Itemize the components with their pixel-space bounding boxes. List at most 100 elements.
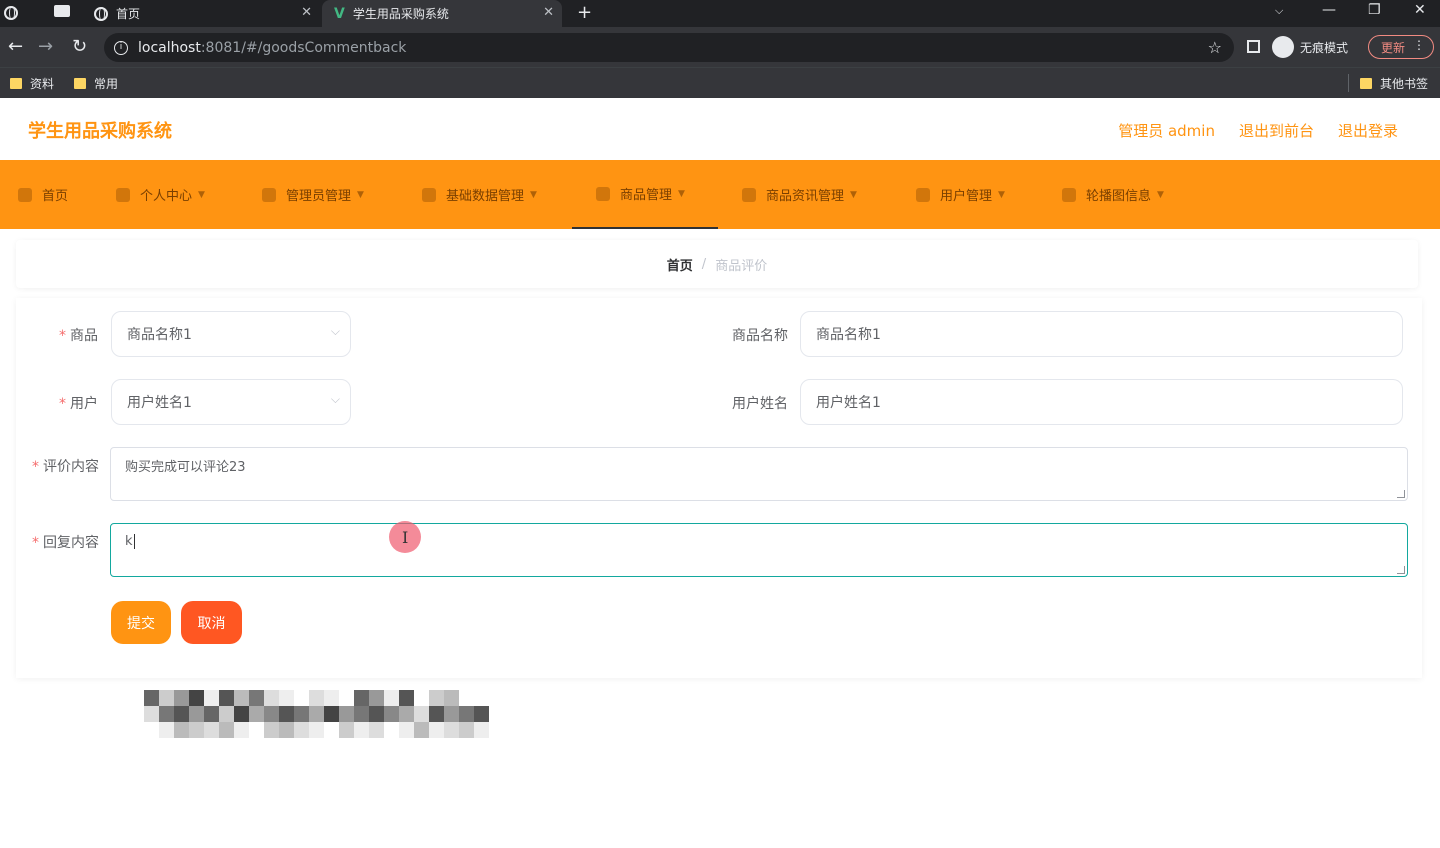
tab-title: 学生用品采购系统 <box>352 7 449 21</box>
tab-search-icon[interactable] <box>54 5 70 17</box>
data-icon <box>422 187 436 202</box>
url-path: :8081/#/goodsCommentback <box>200 39 407 56</box>
comment-label: * 评价内容 <box>32 459 99 475</box>
goods-name-input[interactable]: 商品名称1 <box>800 311 1403 357</box>
nav-item-carousel[interactable]: 轮播图信息 ▼ <box>1062 160 1164 229</box>
bookmark-label: 常用 <box>94 77 119 91</box>
required-mark: * <box>59 396 66 412</box>
chevron-down-icon: ▼ <box>998 189 1005 200</box>
breadcrumb-home[interactable]: 首页 <box>667 255 693 274</box>
incognito-indicator[interactable]: 无痕模式 <box>1272 34 1348 60</box>
folder-icon <box>10 78 22 89</box>
nav-item-label: 首页 <box>42 189 69 204</box>
submit-button[interactable]: 提交 <box>111 601 171 644</box>
admin-label: 管理员 admin <box>1118 122 1215 140</box>
nav-item-label: 轮播图信息 <box>1086 189 1152 204</box>
reply-label: * 回复内容 <box>32 535 99 551</box>
chevron-down-icon: ▼ <box>1157 189 1164 200</box>
more-icon[interactable]: ⋮ <box>1413 38 1425 52</box>
update-button[interactable]: 更新 ⋮ <box>1368 35 1434 59</box>
resize-handle-icon[interactable] <box>1397 566 1405 574</box>
main-nav: 首页 个人中心 ▼ 管理员管理 ▼ 基础数据管理 ▼ 商品管理 ▼ 商品资讯管理… <box>0 160 1440 229</box>
nav-item-home[interactable]: 首页 <box>18 160 68 229</box>
tab-search-chevron-icon[interactable]: ⌵ <box>1275 4 1283 18</box>
nav-item-users[interactable]: 用户管理 ▼ <box>916 160 1005 229</box>
url-field[interactable]: i localhost:8081/#/goodsCommentback ☆ <box>104 33 1234 62</box>
goods-label: * 商品 <box>59 328 98 344</box>
url-host: localhost <box>138 39 201 56</box>
user-name-input[interactable]: 用户姓名1 <box>800 379 1403 425</box>
admin-icon <box>262 187 276 202</box>
logout-link[interactable]: 退出登录 <box>1338 120 1398 141</box>
new-tab-icon[interactable]: + <box>577 2 592 23</box>
update-label: 更新 <box>1381 40 1406 55</box>
bookmark-folder[interactable]: 常用 <box>74 75 118 92</box>
nav-item-label: 商品管理 <box>620 188 673 203</box>
nav-item-label: 管理员管理 <box>286 189 352 204</box>
minimize-icon[interactable]: — <box>1322 2 1336 18</box>
back-icon[interactable]: ← <box>8 36 23 57</box>
cancel-button[interactable]: 取消 <box>181 601 242 644</box>
comment-textarea[interactable]: 购买完成可以评论23 <box>110 447 1408 501</box>
close-window-icon[interactable]: ✕ <box>1414 2 1426 18</box>
other-bookmarks[interactable]: 其他书签 <box>1360 75 1428 92</box>
goods-icon <box>596 186 610 201</box>
user-name-label: 用户姓名 <box>732 396 788 412</box>
user-label: * 用户 <box>59 396 98 412</box>
bookmark-star-icon[interactable]: ☆ <box>1208 38 1222 57</box>
nav-item-base-data[interactable]: 基础数据管理 ▼ <box>422 160 537 229</box>
reply-textarea[interactable]: k​ <box>110 523 1408 577</box>
to-front-link[interactable]: 退出到前台 <box>1239 120 1314 141</box>
forward-icon[interactable]: → <box>38 36 53 57</box>
carousel-icon <box>1062 187 1076 202</box>
app-title: 学生用品采购系统 <box>28 121 172 142</box>
nav-item-label: 用户管理 <box>940 189 993 204</box>
restore-icon[interactable]: ❐ <box>1368 2 1381 18</box>
browser-tab-bar: 首页 ✕ V 学生用品采购系统 ✕ + ⌵ — ❐ ✕ <box>0 0 1440 27</box>
nav-item-label: 基础数据管理 <box>446 189 525 204</box>
close-icon[interactable]: ✕ <box>543 5 554 20</box>
goods-select[interactable]: 商品名称1 ⌵ <box>111 311 351 357</box>
chevron-down-icon: ▼ <box>850 189 857 200</box>
resize-handle-icon[interactable] <box>1397 490 1405 498</box>
globe-icon[interactable] <box>4 6 18 20</box>
chevron-down-icon: ▼ <box>678 188 685 199</box>
reload-icon[interactable]: ↻ <box>72 36 87 57</box>
folder-icon <box>1360 78 1372 89</box>
incognito-icon <box>1272 36 1294 58</box>
side-panel-icon[interactable] <box>1247 40 1260 53</box>
bookmarks-bar: 资料 常用 其他书签 <box>0 67 1440 98</box>
nav-item-admin[interactable]: 管理员管理 ▼ <box>262 160 364 229</box>
text-caret: ​ <box>133 534 135 549</box>
tab-app[interactable]: V 学生用品采购系统 ✕ <box>322 0 562 27</box>
tab-title: 首页 <box>116 7 141 21</box>
users-icon <box>916 187 930 202</box>
required-mark: * <box>59 328 66 344</box>
globe-icon <box>94 6 108 21</box>
breadcrumb-current: 商品评价 <box>715 258 768 274</box>
required-mark: * <box>32 459 39 475</box>
nav-item-profile[interactable]: 个人中心 ▼ <box>116 160 205 229</box>
chevron-down-icon: ⌵ <box>330 392 340 406</box>
user-select[interactable]: 用户姓名1 ⌵ <box>111 379 351 425</box>
incognito-label: 无痕模式 <box>1300 40 1349 55</box>
comment-text: 购买完成可以评论23 <box>125 460 246 475</box>
other-bookmarks-label: 其他书签 <box>1380 77 1429 91</box>
close-icon[interactable]: ✕ <box>301 5 312 20</box>
bookmark-label: 资料 <box>30 77 55 91</box>
nav-item-label: 个人中心 <box>140 189 193 204</box>
bookmark-divider <box>1348 74 1349 92</box>
chevron-down-icon: ▼ <box>357 189 364 200</box>
tab-home[interactable]: 首页 ✕ <box>84 0 320 27</box>
breadcrumb: 首页 / 商品评价 <box>16 240 1418 288</box>
goods-select-value: 商品名称1 <box>127 327 192 343</box>
nav-item-goods[interactable]: 商品管理 ▼ <box>572 160 718 229</box>
required-mark: * <box>32 535 39 551</box>
address-bar: ← → ↻ i localhost:8081/#/goodsCommentbac… <box>0 27 1440 67</box>
breadcrumb-separator: / <box>701 256 707 272</box>
nav-item-goods-news[interactable]: 商品资讯管理 ▼ <box>742 160 857 229</box>
goods-name-label: 商品名称 <box>732 328 788 344</box>
chevron-down-icon: ▼ <box>530 189 537 200</box>
site-info-icon[interactable]: i <box>114 40 128 55</box>
bookmark-folder[interactable]: 资料 <box>10 75 54 92</box>
